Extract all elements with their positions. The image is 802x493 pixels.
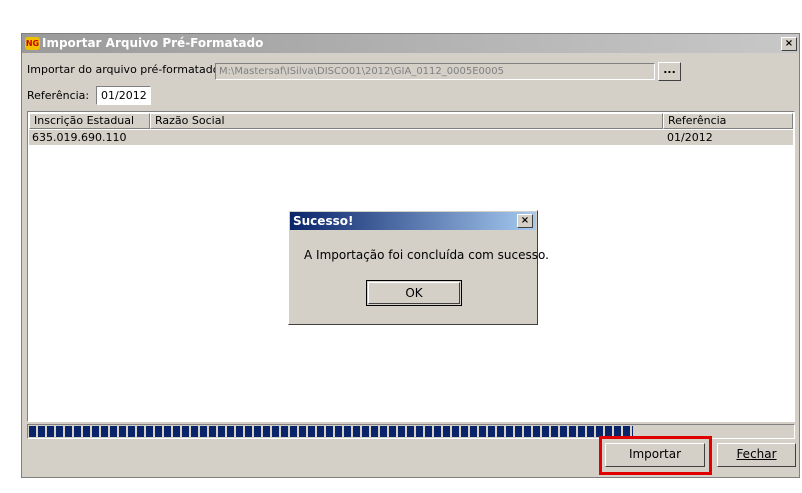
dialog-message: A Importação foi concluída com sucesso.: [304, 248, 549, 262]
column-header-inscricao[interactable]: Inscrição Estadual: [29, 113, 150, 129]
cell-referencia: 01/2012: [667, 131, 713, 144]
ok-button[interactable]: OK: [368, 282, 460, 304]
column-header-razao-social[interactable]: Razão Social: [150, 113, 663, 129]
close-button[interactable]: Fechar: [717, 443, 796, 467]
window-title: Importar Arquivo Pré-Formatado: [42, 36, 264, 50]
dialog-close-button[interactable]: ×: [517, 214, 533, 228]
import-button[interactable]: Importar: [605, 443, 705, 467]
browse-button[interactable]: ...: [658, 62, 681, 81]
file-label: Importar do arquivo pré-formatado:: [27, 63, 224, 76]
close-icon: ×: [784, 38, 794, 49]
column-header-referencia[interactable]: Referência: [663, 113, 793, 129]
reference-field[interactable]: 01/2012: [96, 86, 151, 105]
file-path-field[interactable]: M:\Mastersaf\ISilva\DISCO01\2012\GIA_011…: [215, 63, 655, 80]
reference-label: Referência:: [27, 89, 90, 102]
cell-inscricao: 635.019.690.110: [32, 131, 127, 144]
dialog-title: Sucesso!: [293, 214, 354, 228]
close-icon: ×: [520, 215, 530, 226]
close-button-label: Fechar: [736, 447, 777, 461]
progress-bar-fill: [29, 426, 633, 437]
window-close-button[interactable]: ×: [781, 37, 797, 51]
app-logo-icon: NG: [25, 37, 40, 50]
